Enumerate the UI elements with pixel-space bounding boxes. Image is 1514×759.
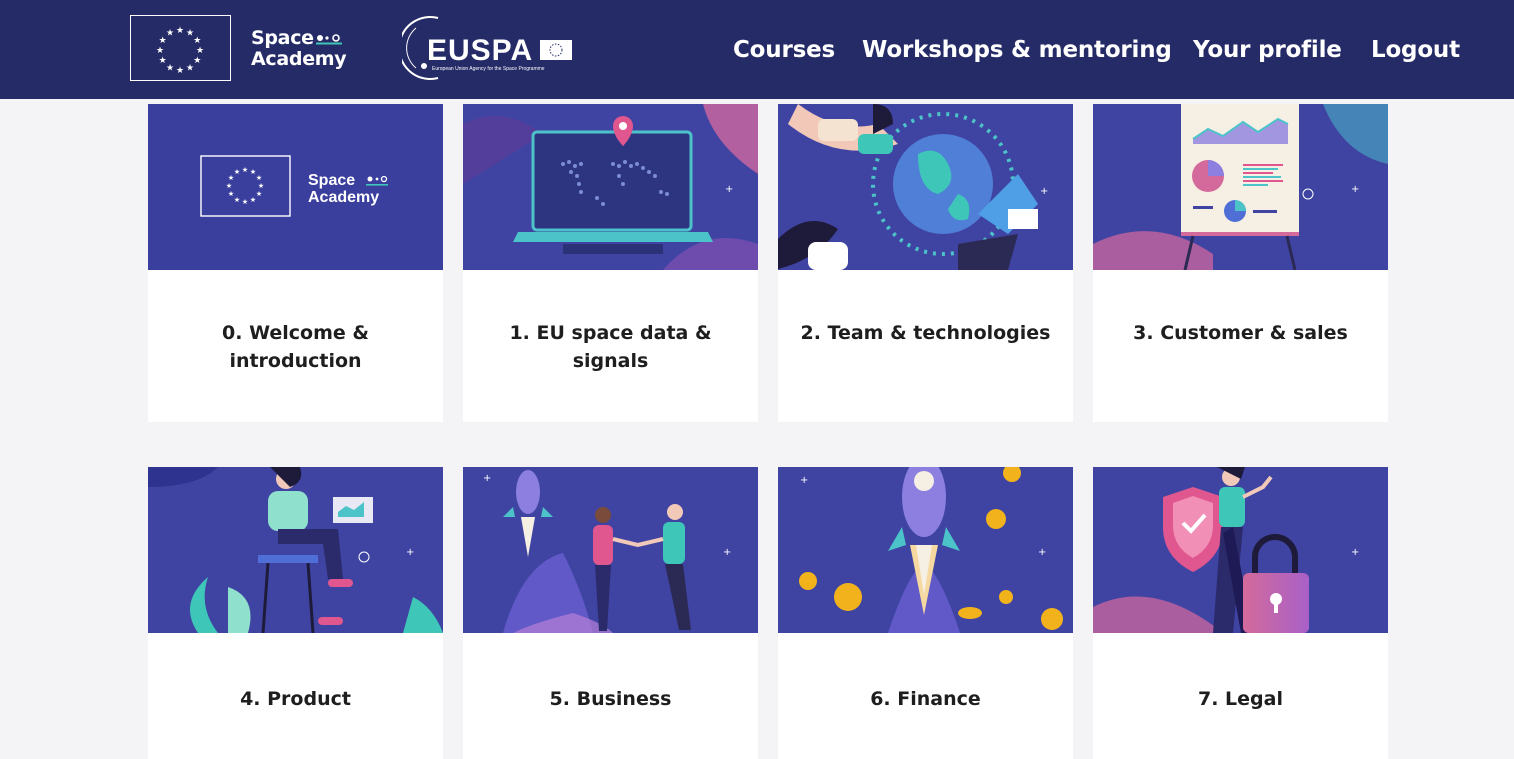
nav-your-profile[interactable]: Your profile [1193,33,1342,67]
svg-text:★: ★ [176,66,184,76]
course-card-6[interactable]: + + 6. Finance [778,467,1073,759]
space-academy-logo[interactable]: Space Academy [251,28,347,70]
course-card-5[interactable]: + + 5. Business [463,467,758,759]
svg-text:+: + [725,184,733,195]
svg-text:★: ★ [242,166,248,174]
svg-text:+: + [1351,547,1359,558]
svg-text:★: ★ [166,63,174,73]
svg-text:★: ★ [256,174,262,182]
globe-people-illustration: + [778,104,1073,270]
course-image-customer-sales: + [1093,104,1388,270]
svg-text:★: ★ [256,190,262,198]
course-title: 6. Finance [870,688,981,710]
euspa-logo[interactable]: EUSPA European Union Agency for the Spac… [398,14,578,82]
svg-text:+: + [800,475,808,486]
nav-courses[interactable]: Courses [733,33,835,67]
eu-flag-logo[interactable]: ★ ★ ★ ★ ★ ★ ★ ★ ★ ★ ★ ★ [130,15,231,81]
course-card-7[interactable]: + 7. Legal [1093,467,1388,759]
rocket-coins-illustration: + + [778,467,1073,633]
svg-text:★: ★ [226,182,232,190]
euspa-wordmark: EUSPA [427,34,533,67]
svg-text:+: + [723,547,731,558]
top-navigation-bar: ★ ★ ★ ★ ★ ★ ★ ★ ★ ★ ★ ★ Space Academy EU… [0,0,1514,99]
svg-text:★: ★ [250,196,256,204]
course-card-1[interactable]: + 1. EU space data & signals [463,104,758,422]
presentation-board-illustration: + [1093,104,1388,270]
course-image-welcome: ★ ★ ★ ★ ★ ★ ★ ★ ★ ★ ★ ★ Space Academy [148,104,443,270]
svg-text:★: ★ [242,198,248,206]
course-card-0[interactable]: ★ ★ ★ ★ ★ ★ ★ ★ ★ ★ ★ ★ Space Academy 0. Welcome… [148,104,443,422]
woman-laptop-illustration: + [148,467,443,633]
course-card-3[interactable]: + 3. Customer & sales [1093,104,1388,422]
svg-text:★: ★ [258,182,264,190]
svg-text:★: ★ [166,29,174,39]
course-card-4[interactable]: + 4. Product [148,467,443,759]
course-title: 4. Product [240,688,351,710]
course-title: 1. EU space data & signals [509,322,712,372]
nav-workshops-mentoring[interactable]: Workshops & mentoring [862,33,1172,67]
svg-text:+: + [483,473,491,484]
svg-text:★: ★ [234,168,240,176]
shield-padlock-illustration: + [1093,467,1388,633]
svg-text:+: + [1038,547,1046,558]
course-image-legal: + [1093,467,1388,633]
svg-text:★: ★ [156,46,164,56]
svg-text:★: ★ [176,26,184,36]
svg-text:★: ★ [234,196,240,204]
course-image-finance: + + [778,467,1073,633]
laptop-map-illustration: + [463,104,758,270]
course-title: 7. Legal [1198,688,1283,710]
svg-text:+: + [1040,186,1048,197]
course-image-team-technologies: + [778,104,1073,270]
course-title: 5. Business [549,688,672,710]
space-academy-illustration: ★ ★★ ★★★ ★★★ ★★★ Space Academy [148,104,443,270]
svg-text:★: ★ [193,36,201,46]
svg-text:+: + [406,547,414,558]
nav-logout[interactable]: Logout [1371,33,1460,67]
handshake-illustration: + + [463,467,758,633]
svg-text:★: ★ [196,46,204,56]
course-image-eu-space-data: + [463,104,758,270]
course-card-2[interactable]: + 2. Team & technologies [778,104,1073,422]
welcome-brand-line-1: Space [308,172,355,189]
welcome-brand-line-2: Academy [308,189,379,206]
svg-text:+: + [1351,184,1359,195]
brand-line-2: Academy [251,48,347,70]
brand-dots-icon [316,34,342,45]
svg-text:★: ★ [193,56,201,66]
eu-stars-icon: ★ ★ ★ ★ ★ ★ ★ ★ ★ ★ ★ ★ [156,26,204,76]
svg-text:★: ★ [159,56,167,66]
svg-text:★: ★ [228,190,234,198]
euspa-caption: European Union Agency for the Space Prog… [432,66,545,72]
course-title: 2. Team & technologies [800,322,1051,344]
euspa-emblem-icon: EUSPA European Union Agency for the Spac… [398,16,572,80]
course-image-product: + [148,467,443,633]
svg-text:★: ★ [186,63,194,73]
course-title: 3. Customer & sales [1133,322,1348,344]
course-title: 0. Welcome & introduction [222,322,369,372]
course-image-business: + + [463,467,758,633]
